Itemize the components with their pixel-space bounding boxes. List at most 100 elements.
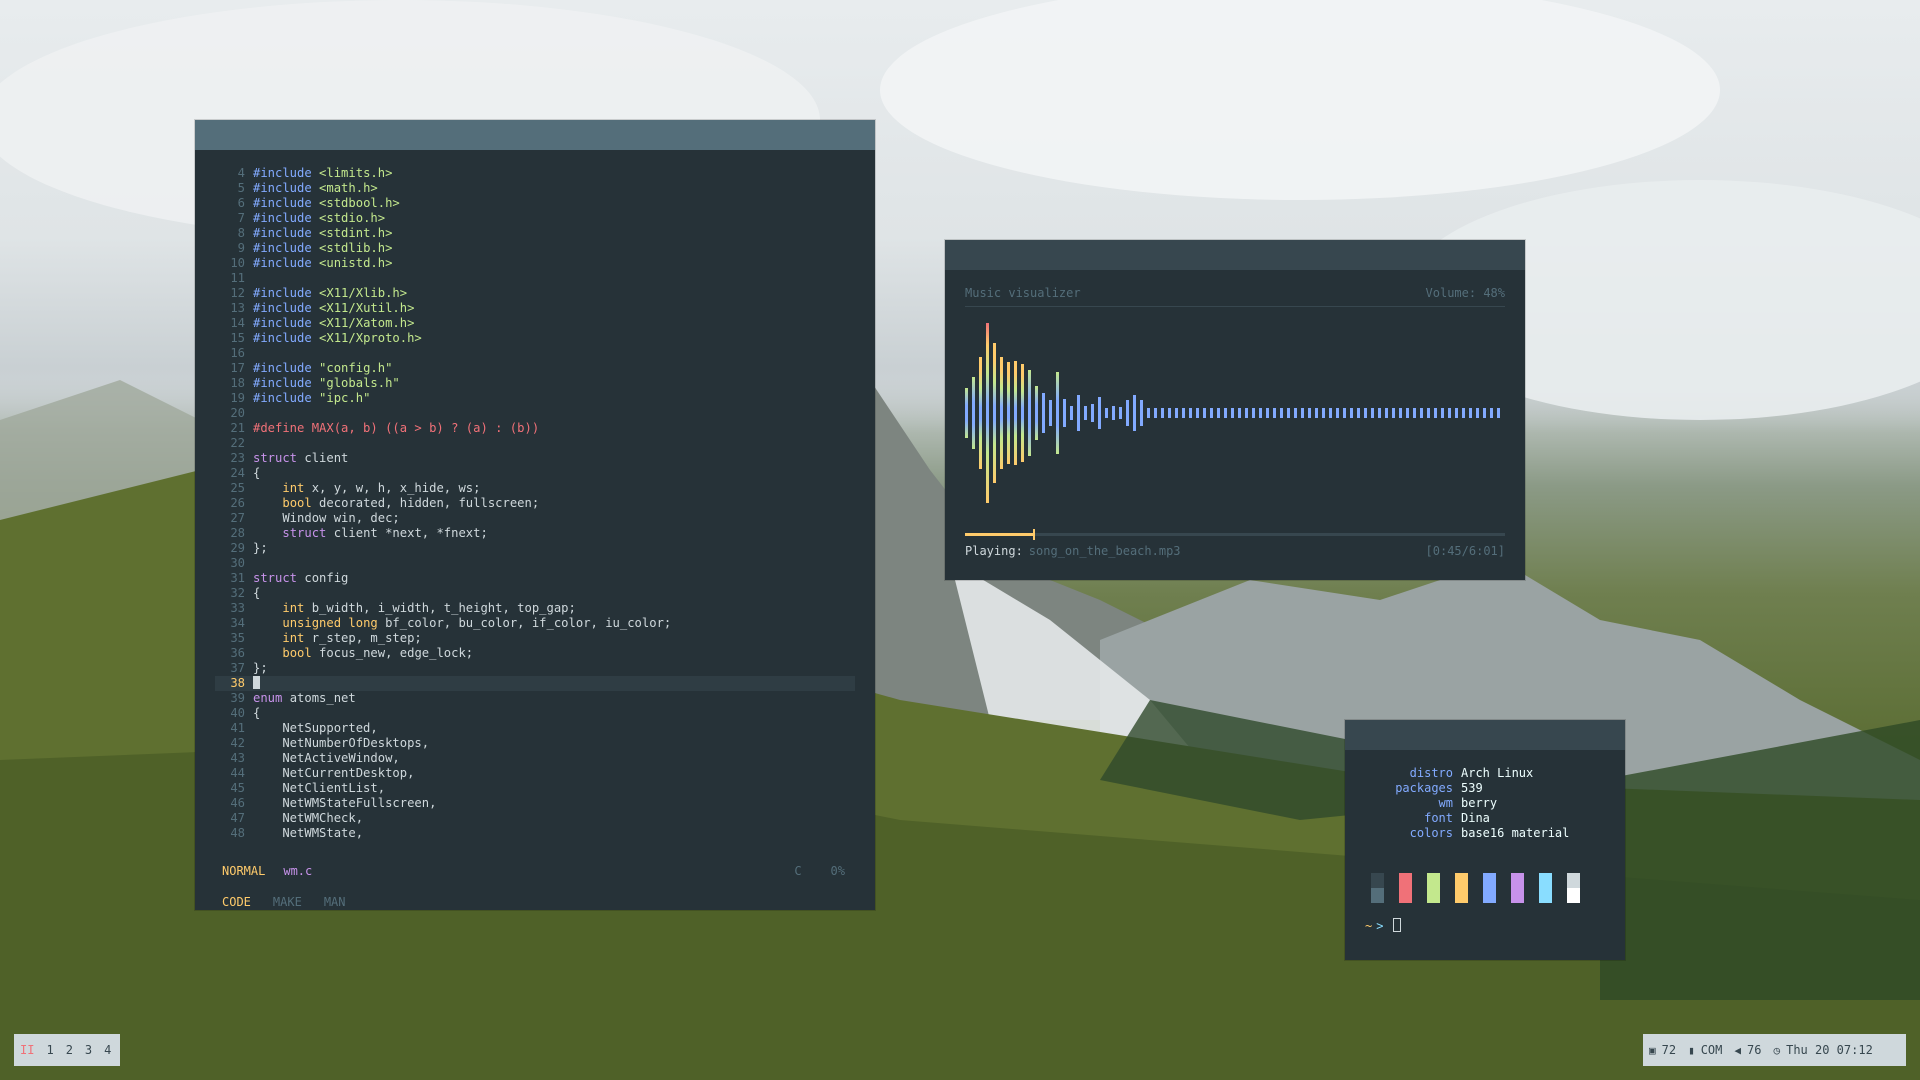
spectrum-bar: [1280, 407, 1283, 419]
code-line[interactable]: 19 #include "ipc.h": [215, 391, 855, 406]
spectrum-bars: [965, 318, 1509, 508]
workspace-3[interactable]: 3: [79, 1043, 98, 1057]
spectrum-bar: [1140, 400, 1143, 426]
spectrum-bar: [1434, 407, 1437, 419]
code-token: enum: [253, 691, 283, 705]
code-line[interactable]: 33 int b_width, i_width, t_height, top_g…: [215, 601, 855, 616]
code-line[interactable]: 18 #include "globals.h": [215, 376, 855, 391]
code-line[interactable]: 12 #include <X11/Xlib.h>: [215, 286, 855, 301]
spectrum-bar: [1413, 407, 1416, 419]
code-line[interactable]: 43 NetActiveWindow,: [215, 751, 855, 766]
code-line[interactable]: 31 struct config: [215, 571, 855, 586]
code-line[interactable]: 11: [215, 271, 855, 286]
code-line[interactable]: 17 #include "config.h": [215, 361, 855, 376]
editor-window[interactable]: 4 #include <limits.h> 5 #include <math.h> 6 #…: [195, 120, 875, 910]
code-line[interactable]: 13 #include <X11/Xutil.h>: [215, 301, 855, 316]
code-line[interactable]: 35 int r_step, m_step;: [215, 631, 855, 646]
code-line[interactable]: 36 bool focus_new, edge_lock;: [215, 646, 855, 661]
code-line[interactable]: 32 {: [215, 586, 855, 601]
code-line[interactable]: 4 #include <limits.h>: [215, 166, 855, 181]
code-line[interactable]: 48 NetWMState,: [215, 826, 855, 841]
code-line[interactable]: 41 NetSupported,: [215, 721, 855, 736]
line-number: 16: [230, 346, 245, 360]
spectrum-bar: [1091, 403, 1094, 423]
code-line[interactable]: 20: [215, 406, 855, 421]
volume-status: ◀ 76: [1734, 1043, 1761, 1057]
code-line[interactable]: 6 #include <stdbool.h>: [215, 196, 855, 211]
line-number: 42: [230, 736, 245, 750]
spectrum-bar: [1294, 407, 1297, 419]
line-number: 4: [237, 166, 245, 180]
code-line[interactable]: 14 #include <X11/Xatom.h>: [215, 316, 855, 331]
spectrum-bar: [1231, 407, 1234, 419]
workspace-1[interactable]: 1: [40, 1043, 59, 1057]
code-line[interactable]: 39 enum atoms_net: [215, 691, 855, 706]
tab-man[interactable]: MAN: [324, 895, 346, 909]
tab-make[interactable]: MAKE: [273, 895, 302, 909]
fetch-terminal[interactable]: distro Arch Linux packages 539 wm berry font Di…: [1345, 720, 1625, 960]
code-line[interactable]: 27 Window win, dec;: [215, 511, 855, 526]
code-line[interactable]: 45 NetClientList,: [215, 781, 855, 796]
code-line[interactable]: 10 #include <unistd.h>: [215, 256, 855, 271]
code-line[interactable]: 30: [215, 556, 855, 571]
code-area[interactable]: 4 #include <limits.h> 5 #include <math.h> 6 #…: [215, 166, 855, 841]
code-token: config: [297, 571, 349, 585]
code-line[interactable]: 25 int x, y, w, h, x_hide, ws;: [215, 481, 855, 496]
sysinfo-key: colors: [1409, 826, 1453, 840]
sysinfo-value: Dina: [1461, 811, 1490, 825]
sysinfo-row: colors base16 material: [1365, 826, 1570, 841]
playback-progress[interactable]: [965, 529, 1505, 540]
workspace-indicator[interactable]: II: [14, 1043, 40, 1057]
code-line[interactable]: 9 #include <stdlib.h>: [215, 241, 855, 256]
code-line[interactable]: 29};: [215, 541, 855, 556]
editor-titlebar[interactable]: [195, 120, 875, 150]
code-line[interactable]: 8 #include <stdint.h>: [215, 226, 855, 241]
sysinfo-row: wm berry: [1365, 796, 1569, 811]
code-line[interactable]: 40 {: [215, 706, 855, 721]
code-token: {: [253, 706, 261, 720]
workspace-4[interactable]: 4: [98, 1043, 117, 1057]
color-swatch: [1483, 873, 1496, 903]
code-line[interactable]: 5 #include <math.h>: [215, 181, 855, 196]
spectrum-bar: [1042, 393, 1045, 433]
code-line[interactable]: 24 {: [215, 466, 855, 481]
line-number: 39: [230, 691, 245, 705]
code-line[interactable]: 47 NetWMCheck,: [215, 811, 855, 826]
visualizer-window[interactable]: Music visualizer Volume: 48% Playing: son…: [945, 240, 1525, 580]
shell-prompt[interactable]: ~ >: [1365, 918, 1402, 933]
code-line[interactable]: 34 unsigned long bf_color, bu_color, if_…: [215, 616, 855, 631]
code-line[interactable]: 42 NetNumberOfDesktops,: [215, 736, 855, 751]
spectrum-bar: [1007, 362, 1010, 464]
line-number: 32: [230, 586, 245, 600]
spectrum-bar: [1077, 394, 1080, 432]
code-line[interactable]: 22: [215, 436, 855, 451]
spectrum-bar: [1182, 407, 1185, 419]
terminal-titlebar[interactable]: [1345, 720, 1625, 750]
code-line[interactable]: 44 NetCurrentDesktop,: [215, 766, 855, 781]
tab-code[interactable]: CODE: [222, 895, 251, 909]
color-swatch: [1539, 873, 1552, 903]
progress-knob[interactable]: [1032, 529, 1035, 540]
color-swatch: [1427, 873, 1440, 903]
code-line[interactable]: 16: [215, 346, 855, 361]
network-status: ▮ COM: [1688, 1043, 1722, 1057]
spectrum-bar: [1399, 407, 1402, 419]
line-number: 45: [230, 781, 245, 795]
code-line[interactable]: 21 #define MAX(a, b) ((a > b) ? (a) : (b)…: [215, 421, 855, 436]
code-line[interactable]: 46 NetWMStateFullscreen,: [215, 796, 855, 811]
visualizer-titlebar[interactable]: [945, 240, 1525, 270]
code-line[interactable]: 7 #include <stdio.h>: [215, 211, 855, 226]
system-bar: ▣ 72 ▮ COM ◀ 76 ◷ Thu 20 07:12: [1643, 1034, 1906, 1066]
workspace-2[interactable]: 2: [60, 1043, 79, 1057]
visualizer-header: Music visualizer Volume: 48%: [965, 286, 1505, 307]
file-name: wm.c: [283, 864, 313, 878]
code-line[interactable]: 15 #include <X11/Xproto.h>: [215, 331, 855, 346]
spectrum-bar: [1000, 357, 1003, 469]
code-line[interactable]: 23 struct client: [215, 451, 855, 466]
editor-statusline: NORMAL wm.c: [222, 864, 312, 878]
code-line[interactable]: 38: [215, 676, 855, 691]
line-number: 36: [230, 646, 245, 660]
code-line[interactable]: 37};: [215, 661, 855, 676]
code-line[interactable]: 28 struct client *next, *fnext;: [215, 526, 855, 541]
code-line[interactable]: 26 bool decorated, hidden, fullscreen;: [215, 496, 855, 511]
